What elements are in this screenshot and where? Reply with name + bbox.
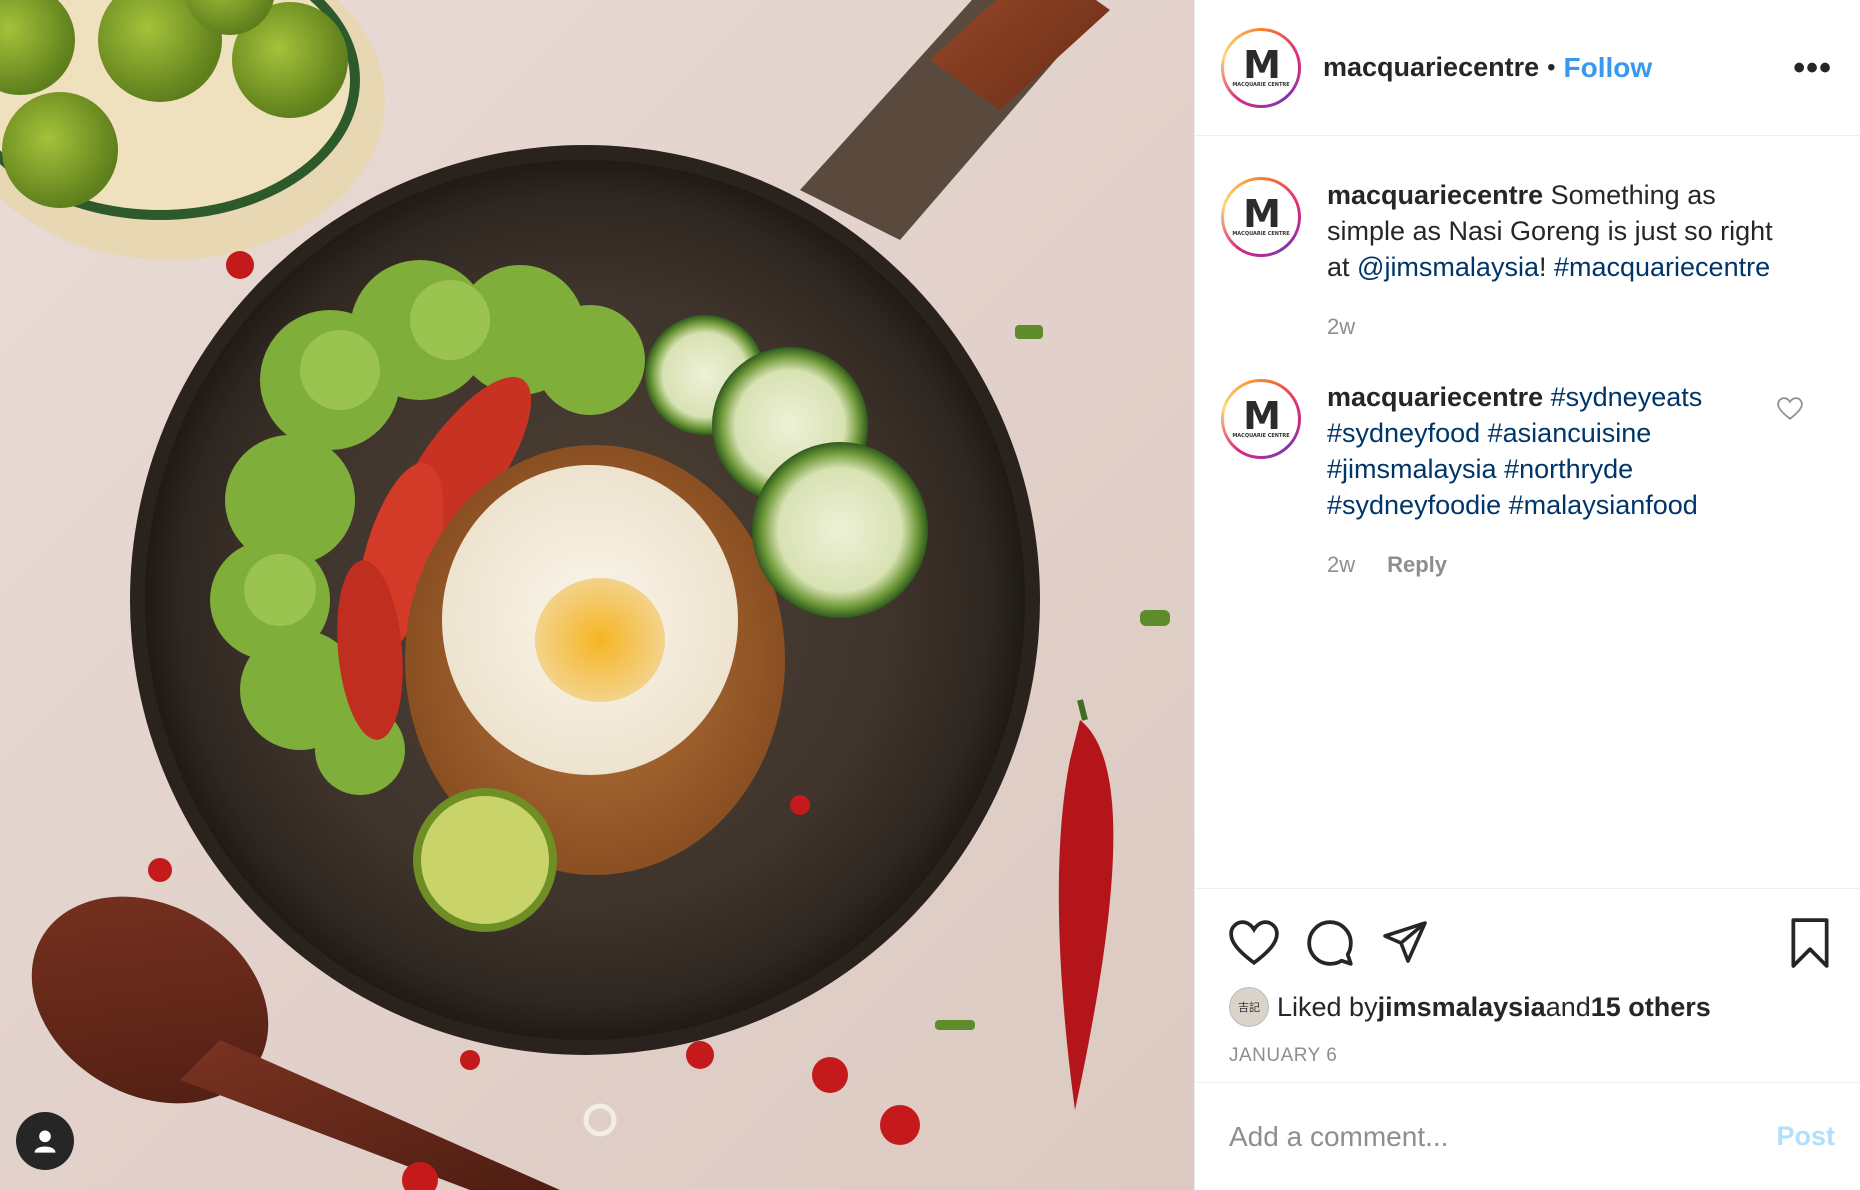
reply-button[interactable]: Reply [1387, 547, 1447, 583]
post-photo[interactable] [0, 0, 1194, 1190]
avatar-logo-subtext: MACQUARIE CENTRE [1232, 231, 1290, 237]
liker-username[interactable]: jimsmalaysia [1378, 992, 1546, 1023]
post-side-panel: M MACQUARIE CENTRE macquariecentre • Fol… [1194, 0, 1860, 1190]
hashtag-link[interactable]: #asiancuisine [1488, 418, 1652, 448]
header-separator: • [1547, 53, 1556, 81]
mention-link[interactable]: @jimsmalaysia [1357, 252, 1539, 282]
caption-avatar[interactable]: M MACQUARIE CENTRE [1221, 177, 1301, 257]
nasi-goreng-photo [0, 0, 1170, 1190]
follow-button[interactable]: Follow [1564, 52, 1653, 84]
more-options-icon[interactable]: ••• [1793, 51, 1832, 85]
hashtag-link[interactable]: #malaysianfood [1509, 490, 1698, 520]
comment-input[interactable] [1229, 1120, 1777, 1153]
small-heart-icon [1777, 397, 1803, 420]
hashtag-link[interactable]: #northryde [1504, 454, 1633, 484]
hashtag-link[interactable]: #macquariecentre [1554, 252, 1770, 282]
hashtag-link[interactable]: #sydneyfoodie [1327, 490, 1501, 520]
author-avatar[interactable]: M MACQUARIE CENTRE [1221, 27, 1301, 108]
heart-icon [1229, 920, 1279, 966]
bookmark-icon [1791, 918, 1829, 968]
liker-avatar-text: 吉記 [1238, 1002, 1260, 1014]
likes-summary: 吉記 Liked by jimsmalaysia and 15 others [1229, 987, 1833, 1027]
hashtag-link[interactable]: #jimsmalaysia [1327, 454, 1497, 484]
avatar-logo-subtext: MACQUARIE CENTRE [1232, 81, 1290, 88]
comment-item: M MACQUARIE CENTRE macquariecentre #sydn… [1221, 379, 1835, 583]
comment-username[interactable]: macquariecentre [1327, 382, 1543, 412]
post-comment-button[interactable]: Post [1776, 1121, 1835, 1152]
avatar-logo-letter: M [1243, 42, 1281, 87]
share-button[interactable] [1381, 919, 1429, 967]
caption-comment: M MACQUARIE CENTRE macquariecentre Somet… [1221, 177, 1835, 345]
user-tags-button[interactable] [16, 1112, 74, 1170]
comment-body: macquariecentre #sydneyeats #sydneyfood … [1327, 379, 1747, 583]
post-actions: 吉記 Liked by jimsmalaysia and 15 others J… [1195, 888, 1860, 1067]
comment-text: macquariecentre #sydneyeats #sydneyfood … [1327, 379, 1747, 523]
comment-button[interactable] [1305, 918, 1355, 968]
like-button[interactable] [1229, 920, 1279, 966]
comment-avatar[interactable]: M MACQUARIE CENTRE [1221, 379, 1301, 459]
liker-avatar[interactable]: 吉記 [1229, 987, 1269, 1027]
caption-username[interactable]: macquariecentre [1327, 180, 1543, 210]
save-button[interactable] [1787, 918, 1833, 968]
post-date[interactable]: JANUARY 6 [1229, 1045, 1833, 1067]
author-username[interactable]: macquariecentre [1323, 52, 1539, 83]
caption-body: macquariecentre Something as simple as N… [1327, 177, 1787, 345]
comment-like-button[interactable] [1777, 397, 1803, 426]
avatar-logo-letter: M [1243, 394, 1281, 438]
hashtag-link[interactable]: #sydneyeats [1551, 382, 1703, 412]
avatar-logo-subtext: MACQUARIE CENTRE [1232, 433, 1290, 439]
comment-bubble-icon [1307, 920, 1353, 966]
post-header: M MACQUARIE CENTRE macquariecentre • Fol… [1195, 0, 1860, 136]
likes-prefix: Liked by [1277, 991, 1378, 1022]
avatar-logo-letter: M [1243, 192, 1281, 236]
add-comment-bar: Post [1195, 1082, 1860, 1190]
caption-time[interactable]: 2w [1327, 309, 1355, 345]
comments-list: M MACQUARIE CENTRE macquariecentre Somet… [1195, 137, 1860, 887]
caption-text: macquariecentre Something as simple as N… [1327, 177, 1787, 285]
comment-time[interactable]: 2w [1327, 547, 1355, 583]
hashtag-link[interactable]: #sydneyfood [1327, 418, 1480, 448]
caption-text-mid: ! [1538, 252, 1554, 282]
paper-plane-icon [1383, 921, 1427, 963]
person-icon [34, 1130, 56, 1153]
likes-middle: and [1545, 991, 1591, 1022]
likes-others-link[interactable]: 15 others [1591, 992, 1711, 1023]
